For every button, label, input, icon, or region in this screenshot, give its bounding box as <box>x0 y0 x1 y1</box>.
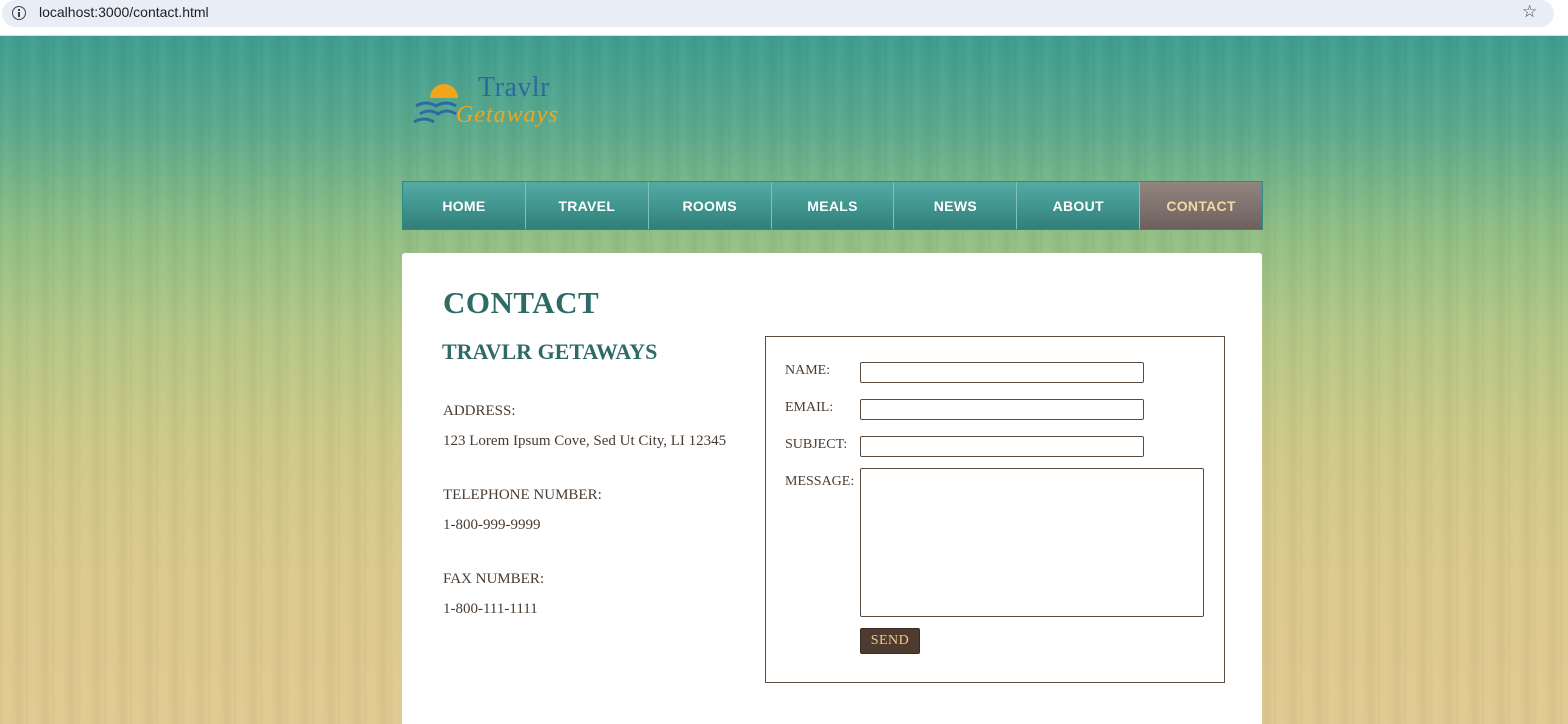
main-nav: HOME TRAVEL ROOMS MEALS NEWS ABOUT CONTA… <box>402 181 1263 230</box>
site-logo[interactable]: Travlr Getaways <box>412 72 602 136</box>
contact-form: NAME: EMAIL: SUBJECT: MESSAGE: SEND <box>765 336 1225 683</box>
nav-item-meals[interactable]: MEALS <box>771 182 895 229</box>
send-button[interactable]: SEND <box>860 628 920 654</box>
email-field[interactable] <box>860 399 1144 420</box>
telephone-label: TELEPHONE NUMBER: <box>443 487 602 503</box>
site-info-icon[interactable] <box>12 6 26 20</box>
address-bar[interactable]: localhost:3000/contact.html ☆ <box>2 0 1554 27</box>
nav-item-rooms[interactable]: ROOMS <box>648 182 772 229</box>
subject-label: SUBJECT: <box>785 437 848 452</box>
nav-item-home[interactable]: HOME <box>403 182 526 229</box>
nav-item-about[interactable]: ABOUT <box>1017 182 1141 229</box>
fax-value: 1-800-111-1111 <box>443 601 538 617</box>
name-label: NAME: <box>785 363 831 378</box>
logo-text-travlr: Travlr <box>478 72 550 103</box>
nav-item-travel[interactable]: TRAVEL <box>525 182 649 229</box>
telephone-value: 1-800-999-9999 <box>443 517 541 533</box>
page-title: CONTACT <box>443 285 600 320</box>
subject-field[interactable] <box>860 436 1144 457</box>
address-label: ADDRESS: <box>443 403 516 419</box>
browser-toolbar: localhost:3000/contact.html ☆ <box>0 0 1568 36</box>
nav-item-contact[interactable]: CONTACT <box>1140 182 1263 229</box>
company-name: TRAVLR GETAWAYS <box>442 339 658 364</box>
nav-item-news[interactable]: NEWS <box>894 182 1018 229</box>
message-label: MESSAGE: <box>785 474 855 489</box>
content-panel: CONTACT TRAVLR GETAWAYS ADDRESS: 123 Lor… <box>402 253 1262 724</box>
email-label: EMAIL: <box>785 400 834 415</box>
url-text[interactable]: localhost:3000/contact.html <box>39 4 209 20</box>
message-field[interactable] <box>860 468 1204 617</box>
page-background: Travlr Getaways HOME TRAVEL ROOMS MEALS … <box>0 36 1568 724</box>
address-value: 123 Lorem Ipsum Cove, Sed Ut City, LI 12… <box>443 433 727 449</box>
name-field[interactable] <box>860 362 1144 383</box>
bookmark-star-icon[interactable]: ☆ <box>1522 2 1537 22</box>
fax-label: FAX NUMBER: <box>443 571 544 587</box>
logo-text-getaways: Getaways <box>456 102 559 128</box>
